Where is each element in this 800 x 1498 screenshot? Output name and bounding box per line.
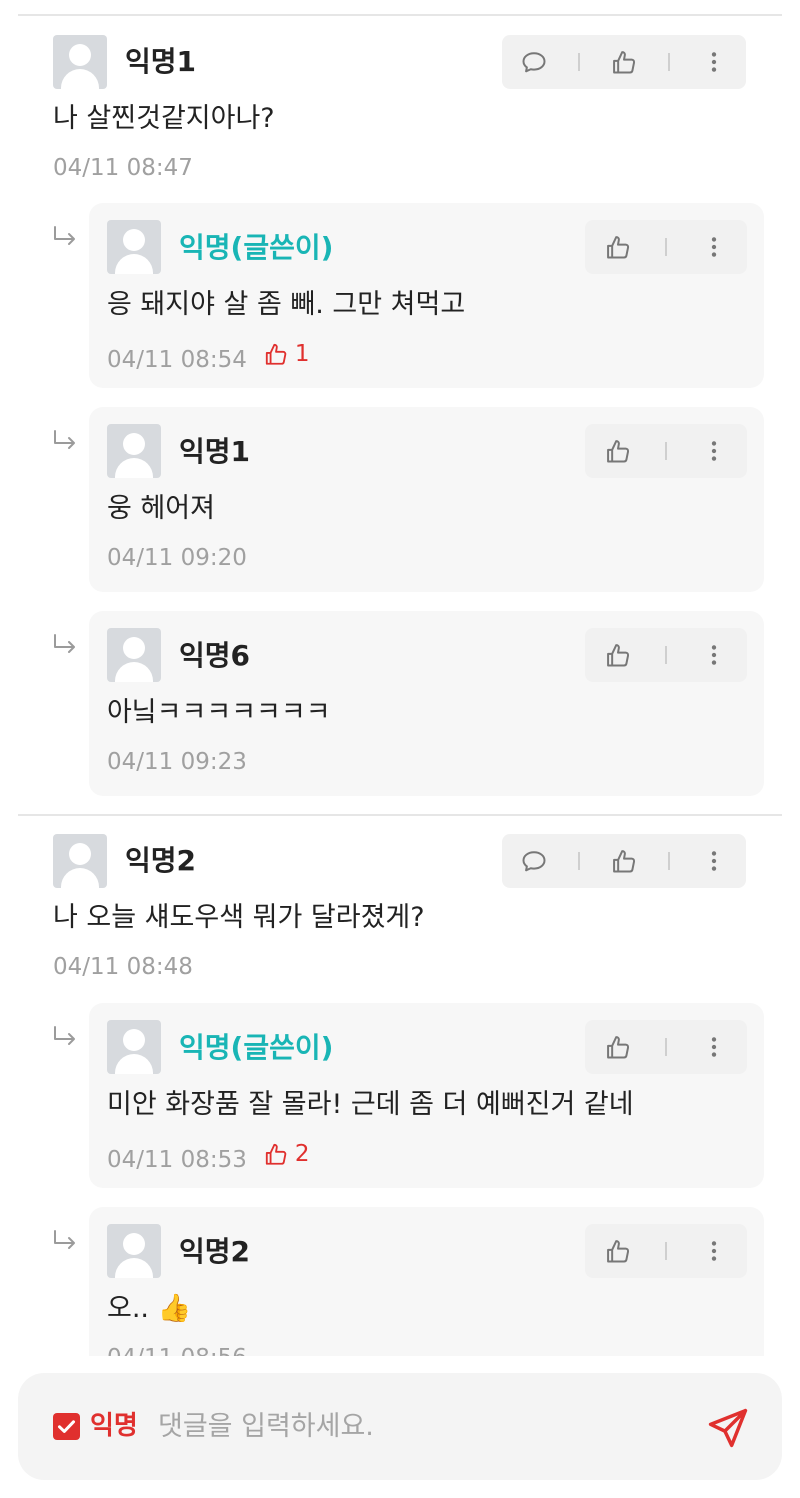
avatar (53, 834, 107, 888)
like-button[interactable] (598, 1027, 638, 1067)
reply: 익명(글쓴이) 응 돼지야 살 좀 빼. 그만 쳐먹고 04/11 08:54 1 (89, 203, 764, 388)
reply-meta: 04/11 08:53 2 (107, 1139, 310, 1175)
avatar (107, 1224, 161, 1278)
reply-time: 04/11 09:23 (107, 749, 247, 775)
checkbox-icon (58, 1420, 75, 1433)
reply-time: 04/11 08:56 (107, 1343, 247, 1356)
reply-arrow-icon (52, 1230, 78, 1250)
reply: 익명2 오.. 👍 04/11 08:56 (89, 1207, 764, 1356)
reply-text: 오.. 👍 (107, 1293, 192, 1324)
reply-actions (585, 1224, 747, 1278)
like-button[interactable] (598, 1231, 638, 1271)
divider (18, 14, 782, 16)
comment-author: 익명1 (125, 45, 197, 78)
reply-author: 익명(글쓴이) (179, 1031, 334, 1064)
more-options-button[interactable] (694, 1231, 734, 1271)
comment-author: 익명2 (125, 844, 197, 877)
like-button[interactable] (604, 42, 644, 82)
divider (664, 1242, 667, 1260)
reply: 익명6 아닠ㅋㅋㅋㅋㅋㅋㅋ 04/11 09:23 (89, 611, 764, 796)
reply-actions (585, 424, 747, 478)
reply-button[interactable] (514, 42, 554, 82)
reply-actions (585, 220, 747, 274)
anonymous-label[interactable]: 익명 (90, 1409, 138, 1443)
reply-arrow-icon (52, 1026, 78, 1046)
more-options-button[interactable] (694, 1027, 734, 1067)
reply-text: 웅 헤어져 (107, 493, 215, 524)
comment-time: 04/11 08:47 (53, 155, 193, 181)
avatar (107, 628, 161, 682)
comment-time: 04/11 08:48 (53, 954, 193, 980)
avatar (107, 1020, 161, 1074)
comment-input-bar: 익명 (18, 1373, 782, 1480)
divider (578, 852, 580, 870)
like-button[interactable] (604, 841, 644, 881)
reply-arrow-icon (52, 226, 78, 246)
reply-author: 익명6 (179, 639, 251, 672)
comment-input[interactable] (158, 1405, 698, 1447)
divider (668, 852, 670, 870)
comment-text: 나 오늘 섀도우색 뭐가 달라졌게? (53, 902, 425, 933)
reply-text: 응 돼지야 살 좀 빼. 그만 쳐먹고 (107, 289, 466, 320)
more-options-button[interactable] (694, 42, 734, 82)
like-count: 2 (263, 1139, 310, 1169)
reply-text: 아닠ㅋㅋㅋㅋㅋㅋㅋ (107, 697, 331, 728)
more-options-button[interactable] (694, 841, 734, 881)
like-button[interactable] (598, 227, 638, 267)
avatar (53, 35, 107, 89)
reply-meta: 04/11 08:54 1 (107, 339, 310, 375)
reply-actions (585, 1020, 747, 1074)
comment-feed[interactable]: 익명1 나 살찐것같지아나? 04/11 08:47 익명(글쓴이) 응 돼지야… (0, 0, 800, 1356)
like-count-value: 2 (294, 1141, 310, 1167)
like-count: 1 (263, 339, 310, 369)
thumbs-up-icon (263, 1141, 289, 1167)
reply-arrow-icon (52, 634, 78, 654)
reply-button[interactable] (514, 841, 554, 881)
reply-author: 익명2 (179, 1235, 251, 1268)
divider (664, 1038, 667, 1056)
more-options-button[interactable] (694, 635, 734, 675)
reply-time: 04/11 08:54 (107, 347, 247, 373)
reply-author: 익명1 (179, 435, 251, 468)
divider (18, 814, 782, 816)
divider (664, 238, 667, 256)
comment-actions (502, 834, 746, 888)
divider (578, 53, 580, 71)
comment-text: 나 살찐것같지아나? (53, 103, 275, 134)
anonymous-checkbox[interactable] (53, 1413, 80, 1440)
divider (664, 646, 667, 664)
more-options-button[interactable] (694, 431, 734, 471)
paper-plane-icon (708, 1408, 748, 1448)
reply-arrow-icon (52, 430, 78, 450)
reply-text: 미안 화장품 잘 몰라! 근데 좀 더 예뻐진거 같네 (107, 1089, 634, 1120)
thumbs-up-icon (263, 341, 289, 367)
like-button[interactable] (598, 635, 638, 675)
send-button[interactable] (703, 1403, 753, 1453)
divider (664, 442, 667, 460)
divider (668, 53, 670, 71)
reply-author: 익명(글쓴이) (179, 231, 334, 264)
avatar (107, 220, 161, 274)
reply: 익명(글쓴이) 미안 화장품 잘 몰라! 근데 좀 더 예뻐진거 같네 04/1… (89, 1003, 764, 1188)
reply-time: 04/11 08:53 (107, 1147, 247, 1173)
avatar (107, 424, 161, 478)
like-button[interactable] (598, 431, 638, 471)
comment-actions (502, 35, 746, 89)
like-count-value: 1 (294, 341, 310, 367)
reply-time: 04/11 09:20 (107, 545, 247, 571)
reply-actions (585, 628, 747, 682)
reply: 익명1 웅 헤어져 04/11 09:20 (89, 407, 764, 592)
more-options-button[interactable] (694, 227, 734, 267)
